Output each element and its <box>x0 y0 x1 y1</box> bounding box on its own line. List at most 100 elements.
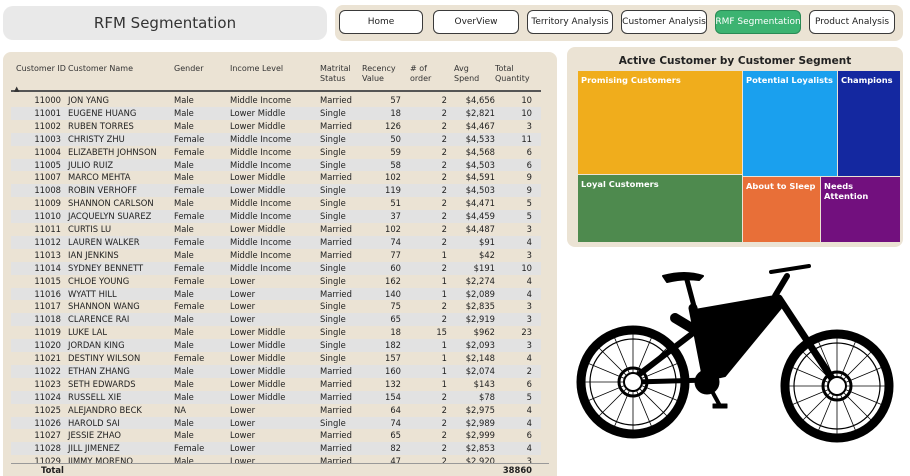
cell-marital-status: Single <box>320 133 346 144</box>
treemap-tile-champions[interactable]: Champions <box>838 71 900 176</box>
col-header-recency-value[interactable]: Recency Value <box>362 64 400 84</box>
cell-customer-name: SHANNON WANG <box>68 301 140 312</box>
table-row[interactable]: 11021 DESTINY WILSON Female Lower Middle Sin… <box>11 352 541 365</box>
cell-order-count: 1 <box>441 340 447 351</box>
treemap-tile-loyal-customers[interactable]: Loyal Customers <box>578 175 742 242</box>
table-row[interactable]: 11018 CLARENCE RAI Male Lower Single 65 2 $2,91… <box>11 313 541 327</box>
cell-total-quantity: 6 <box>526 430 532 441</box>
table-row[interactable]: 11025 ALEJANDRO BECK NA Lower Married 64 2 $2,9… <box>11 403 541 417</box>
table-row[interactable]: 11010 JACQUELYN SUAREZ Female Middle Income… <box>11 210 541 224</box>
nav-product-analysis-button[interactable]: Product Analysis <box>809 10 895 34</box>
cell-customer-name: CLARENCE RAI <box>68 314 130 325</box>
col-header-avg-spend[interactable]: Avg Spend <box>454 64 486 84</box>
cell-total-quantity: 4 <box>526 353 532 363</box>
treemap-tile-needs-attention[interactable]: Needs Attention <box>821 177 900 242</box>
col-header-total-quantity[interactable]: Total Quantity <box>495 64 535 84</box>
cell-income-level: Lower Middle <box>230 391 286 402</box>
cell-gender: Male <box>174 340 194 351</box>
cell-gender: Female <box>174 211 205 222</box>
cell-order-count: 1 <box>441 353 447 363</box>
table-row[interactable]: 11008 ROBIN VERHOFF Female Lower Middle Sing… <box>11 184 541 198</box>
cell-customer-name: ROBIN VERHOFF <box>68 185 137 196</box>
cell-gender: Male <box>174 391 194 402</box>
cell-customer-name: JULIO RUIZ <box>68 159 114 170</box>
cell-gender: Male <box>174 95 194 105</box>
cell-gender: Male <box>174 172 194 183</box>
cell-avg-spend: $4,471 <box>465 198 495 209</box>
table-row[interactable]: 11020 JORDAN KING Male Lower Middle Single 18… <box>11 339 541 353</box>
cell-gender: Female <box>174 353 205 363</box>
cell-marital-status: Married <box>320 236 352 247</box>
table-row[interactable]: 11003 CHRISTY ZHU Female Middle Income Singl… <box>11 132 541 146</box>
col-header-gender[interactable]: Gender <box>174 64 203 74</box>
table-row[interactable]: 11016 WYATT HILL Male Lower Married 140 1 $2,08… <box>11 287 541 301</box>
cell-customer-id: 11004 <box>34 146 61 157</box>
cell-income-level: Lower Middle <box>230 172 286 183</box>
treemap-title: Active Customer by Customer Segment <box>618 55 852 67</box>
table-row[interactable]: 11005 JULIO RUIZ Male Middle Income Single 58… <box>11 158 541 172</box>
nav-rmf-segmentation-button[interactable]: RMF Segmentation <box>715 10 801 34</box>
cell-customer-id: 11024 <box>34 391 61 402</box>
col-header-order-count[interactable]: # of order <box>410 64 436 84</box>
table-row[interactable]: 11004 ELIZABETH JOHNSON Female Middle Incom… <box>11 145 541 159</box>
table-row[interactable]: 11002 RUBEN TORRES Male Lower Middle Married… <box>11 119 541 133</box>
col-header-customer-name[interactable]: Customer Name <box>68 64 133 74</box>
table-row[interactable]: 11009 SHANNON CARLSON Male Middle Income Sin… <box>11 197 541 211</box>
cell-recency-value: 65 <box>390 314 401 325</box>
nav-customer-analysis-button[interactable]: Customer Analysis <box>621 10 707 34</box>
table-row[interactable]: 11022 ETHAN ZHANG Male Lower Middle Married 1… <box>11 364 541 378</box>
col-header-marital-status[interactable]: Matrital Status <box>320 64 356 84</box>
table-row[interactable]: 11015 CHLOE YOUNG Female Lower Single 162 1 $2,… <box>11 274 541 288</box>
cell-recency-value: 119 <box>385 185 401 196</box>
cell-total-quantity: 3 <box>526 249 532 260</box>
col-header-income-level[interactable]: Income Level <box>230 64 283 74</box>
treemap-tile-potential-loyalists[interactable]: Potential Loyalists <box>743 71 837 176</box>
cell-recency-value: 74 <box>390 236 401 247</box>
table-row[interactable]: 11027 JESSIE ZHAO Male Lower Married 65 2 $2,99… <box>11 429 541 443</box>
table-row[interactable]: 11001 EUGENE HUANG Male Lower Middle Single 1… <box>11 106 541 120</box>
cell-customer-name: ELIZABETH JOHNSON <box>68 146 157 157</box>
cell-income-level: Lower Middle <box>230 224 286 234</box>
cell-recency-value: 160 <box>385 365 401 376</box>
nav-home-button[interactable]: Home <box>339 10 423 34</box>
cell-order-count: 2 <box>441 224 447 234</box>
table-row[interactable]: 11017 SHANNON WANG Female Lower Single 75 2 $2,… <box>11 300 541 314</box>
cell-avg-spend: $4,591 <box>465 172 495 183</box>
table-row[interactable]: 11000 JON YANG Male Middle Income Married 57 2… <box>11 94 541 107</box>
cell-recency-value: 77 <box>390 249 401 260</box>
table-row[interactable]: 11026 HAROLD SAI Male Lower Single 74 2 $2,989 4 <box>11 416 541 430</box>
nav-overview-button[interactable]: OverView <box>433 10 519 34</box>
col-header-customer-id[interactable]: Customer ID <box>16 64 66 74</box>
table-row[interactable]: 11024 RUSSELL XIE Male Lower Middle Married 1… <box>11 390 541 404</box>
cell-recency-value: 37 <box>390 211 401 222</box>
nav-territory-analysis-button[interactable]: Territory Analysis <box>527 10 613 34</box>
table-row[interactable]: 11013 IAN JENKINS Male Middle Income Married… <box>11 248 541 262</box>
cell-avg-spend: $4,533 <box>465 133 495 144</box>
cell-avg-spend: $4,656 <box>465 95 495 105</box>
cell-income-level: Lower Middle <box>230 327 286 338</box>
cell-order-count: 2 <box>441 133 447 144</box>
cell-total-quantity: 6 <box>526 159 532 170</box>
cell-customer-name: LUKE LAL <box>68 327 108 338</box>
treemap-tile-promising-customers[interactable]: Promising Customers <box>578 71 742 174</box>
cell-gender: Male <box>174 327 194 338</box>
table-row[interactable]: 11028 JILL JIMENEZ Female Lower Married 82 2 $2… <box>11 442 541 456</box>
cell-avg-spend: $2,148 <box>465 353 495 363</box>
table-row[interactable]: 11014 SYDNEY BENNETT Female Middle Income Si… <box>11 261 541 275</box>
cell-gender: Male <box>174 378 194 389</box>
cell-gender: Male <box>174 249 194 260</box>
cell-order-count: 2 <box>441 417 447 428</box>
cell-order-count: 2 <box>441 262 447 273</box>
cell-customer-id: 11019 <box>34 327 61 338</box>
table-row[interactable]: 11023 SETH EDWARDS Male Lower Middle Married… <box>11 377 541 391</box>
table-row[interactable]: 11012 LAUREN WALKER Female Middle Income Mar… <box>11 235 541 249</box>
table-row[interactable]: 11007 MARCO MEHTA Male Lower Middle Married 1… <box>11 171 541 185</box>
cell-marital-status: Single <box>320 159 346 170</box>
table-row[interactable]: 11019 LUKE LAL Male Lower Middle Single 18 15 $… <box>11 326 541 340</box>
cell-avg-spend: $4,487 <box>465 224 495 234</box>
cell-avg-spend: $143 <box>473 378 495 389</box>
table-row[interactable]: 11011 CURTIS LU Male Lower Middle Married 102… <box>11 223 541 236</box>
cell-customer-name: RUBEN TORRES <box>68 120 134 131</box>
treemap-tile-about-to-sleep[interactable]: About to Sleep <box>743 177 820 242</box>
cell-marital-status: Single <box>320 314 346 325</box>
